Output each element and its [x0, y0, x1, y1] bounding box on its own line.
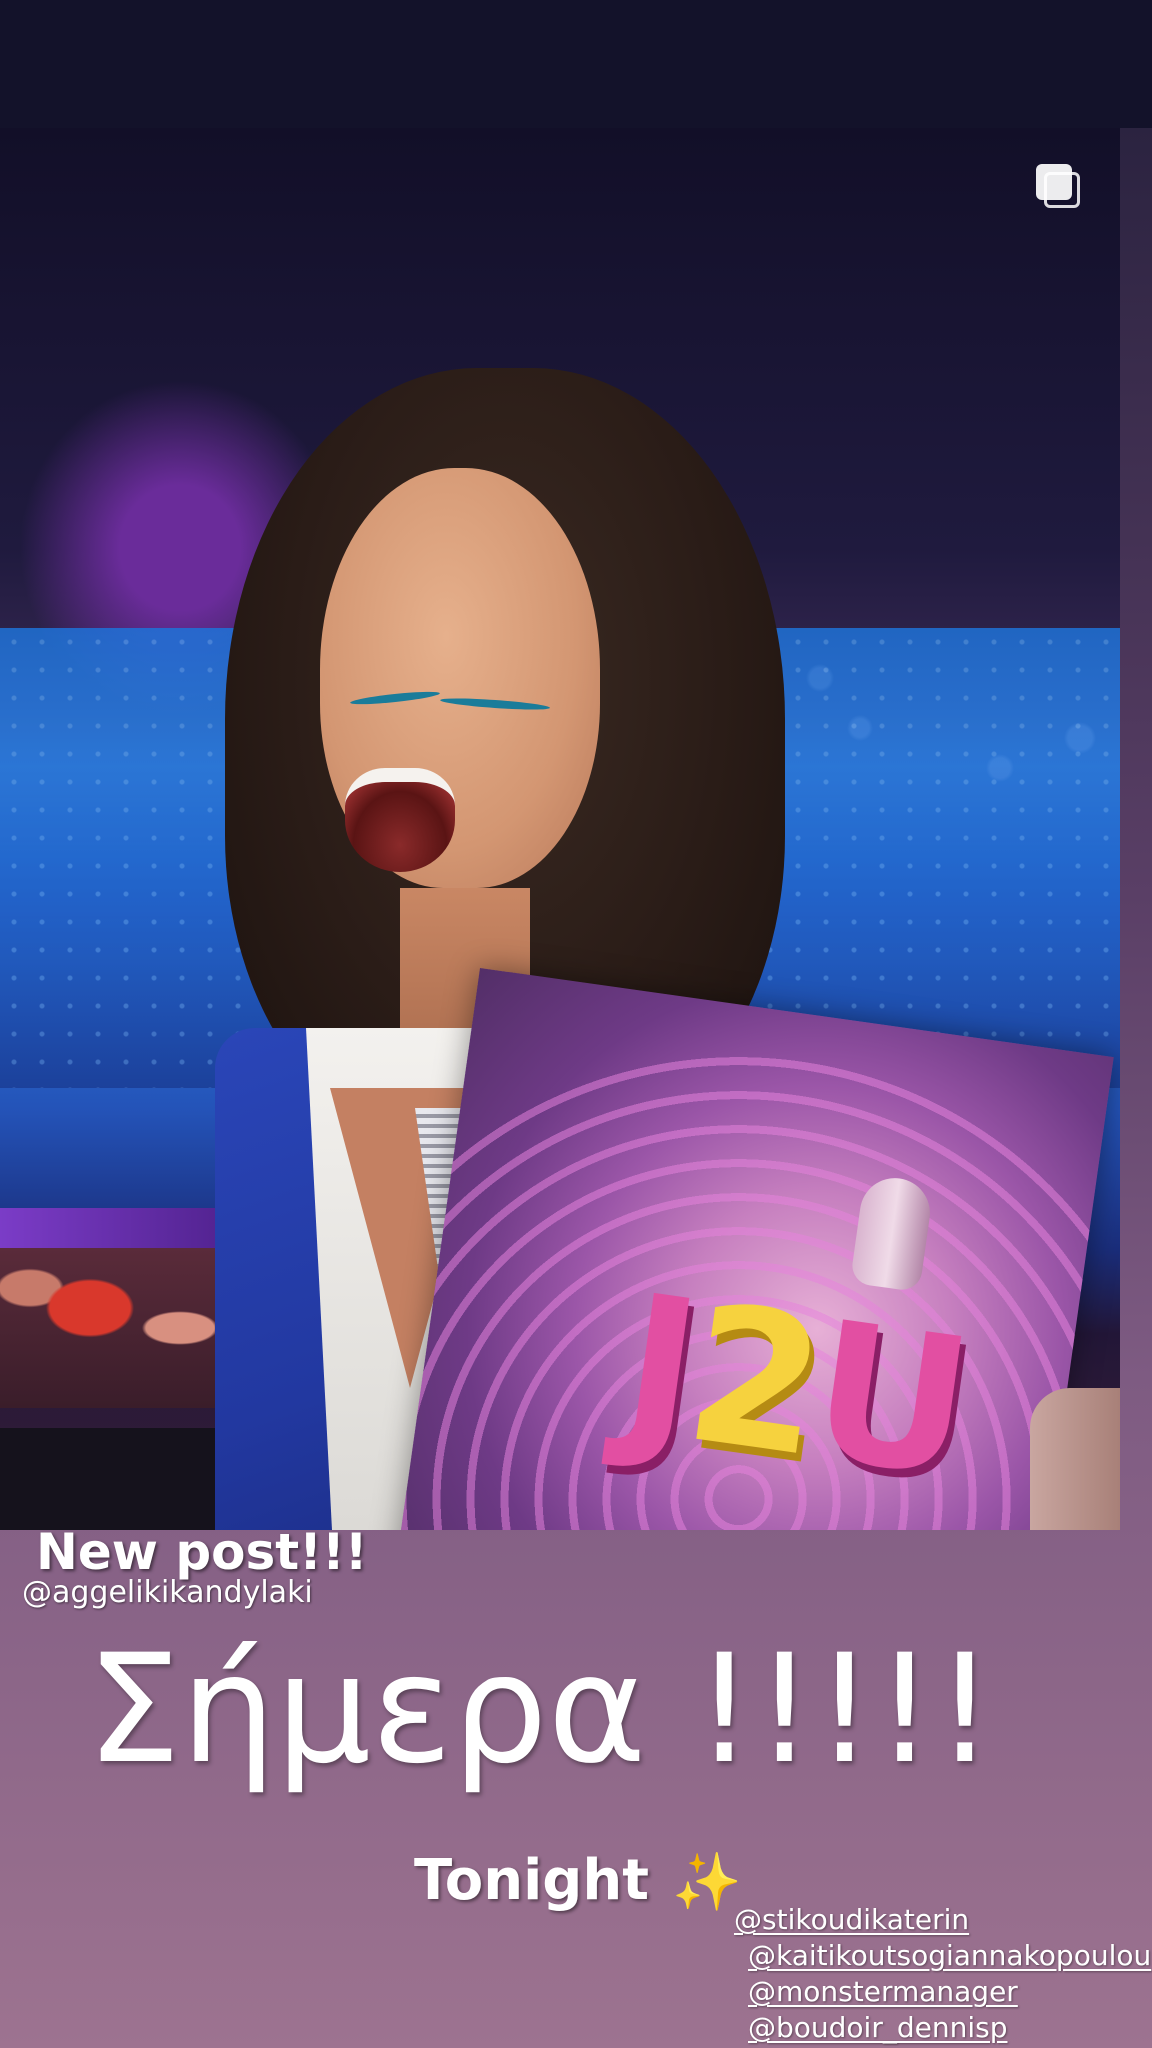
singer-mouth — [345, 768, 455, 872]
sparkles-icon: ✨ — [672, 1850, 742, 1915]
mention-kaitikoutsogiannakopoulou[interactable]: @kaitikoutsogiannakopoulou — [734, 1938, 1152, 1974]
mention-monstermanager[interactable]: @monstermanager — [734, 1974, 1152, 2010]
post-photo[interactable]: J2U — [0, 128, 1120, 1530]
story-subline: Tonight — [414, 1848, 650, 1913]
hand-holding-sign — [1030, 1388, 1120, 1530]
multiple-photos-icon-front — [1036, 164, 1072, 200]
story-headline: Σήμερα !!!!! — [86, 1623, 995, 1797]
mention-boudoir-dennisp[interactable]: @boudoir_dennisp — [734, 2010, 1152, 2046]
source-account-tag[interactable]: @aggelikikandylaki — [22, 1575, 313, 1610]
audience — [0, 1248, 240, 1408]
new-post-label: New post!!! — [36, 1523, 368, 1581]
show-logo-sign: J2U — [383, 968, 1114, 1530]
multiple-photos-icon — [1036, 164, 1084, 212]
logo-letter-u: U — [800, 1279, 978, 1520]
story-top-bar — [0, 0, 1152, 128]
mention-stikoudikaterin[interactable]: @stikoudikaterin — [734, 1902, 1152, 1938]
show-logo: J2U — [611, 1253, 978, 1519]
mention-list: @stikoudikaterin @kaitikoutsogiannakopou… — [734, 1902, 1152, 2046]
